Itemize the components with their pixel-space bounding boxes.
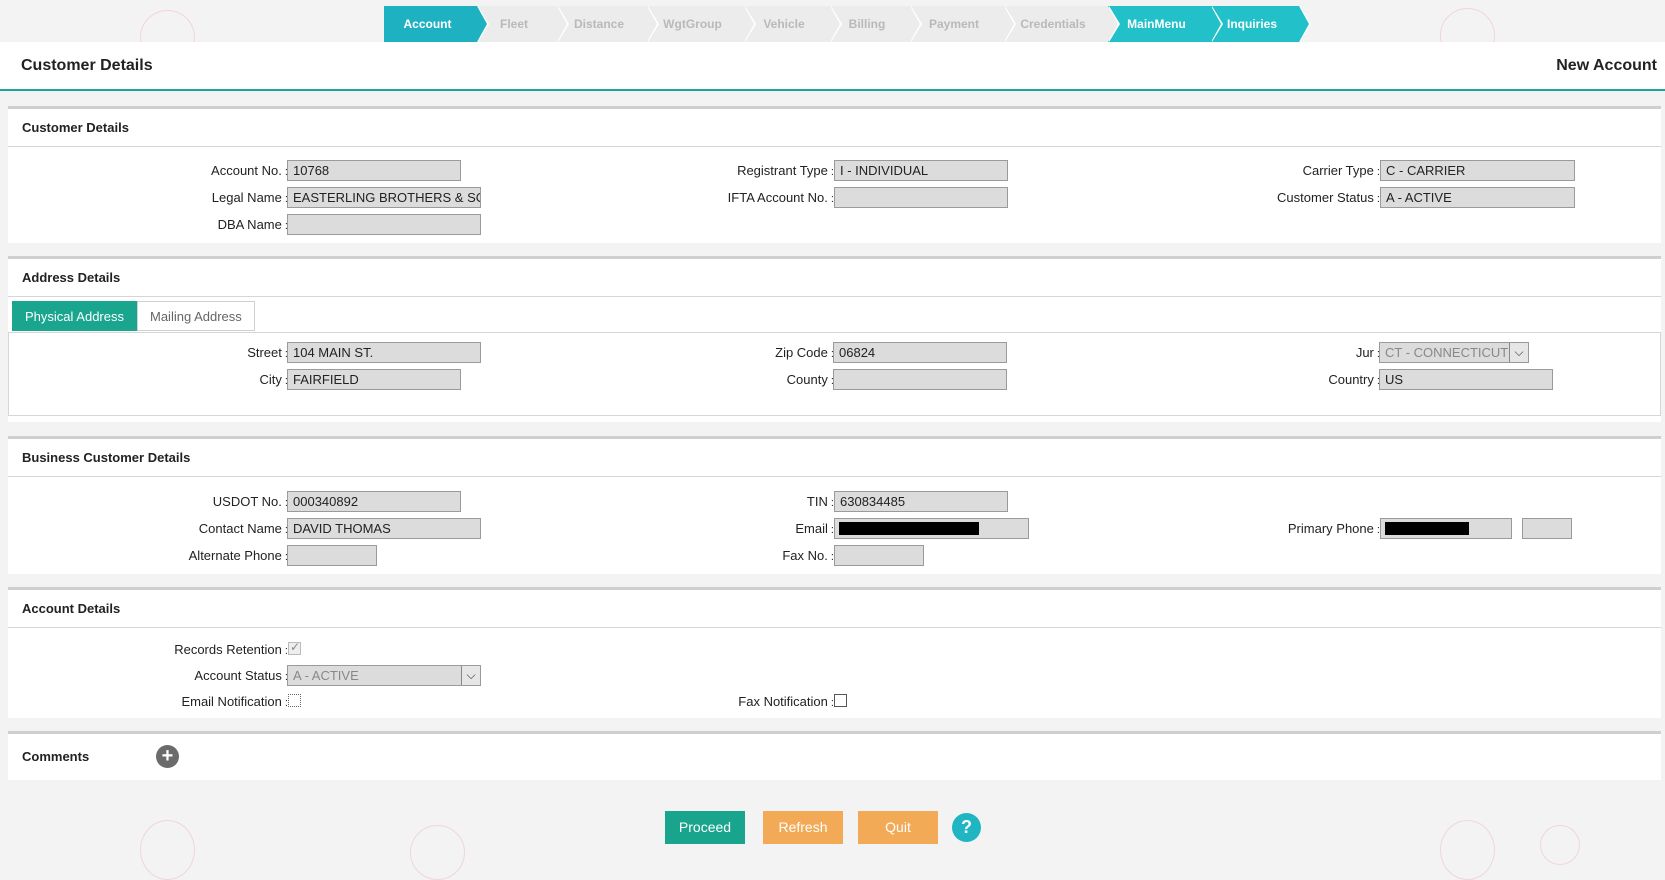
registrant-type-field[interactable]: I - INDIVIDUAL <box>834 160 1008 181</box>
fax-notification-label: Fax Notification <box>668 691 834 714</box>
wizard-step-mainmenu[interactable]: MainMenu <box>1108 6 1223 42</box>
wizard-step-account[interactable]: Account <box>384 6 489 42</box>
section-heading: Address Details <box>8 259 1661 297</box>
legal-name-field[interactable]: EASTERLING BROTHERS & SON <box>287 187 481 208</box>
fax-no-label: Fax No. <box>668 545 834 568</box>
ifta-account-field[interactable] <box>834 187 1008 208</box>
jur-label: Jur <box>1208 342 1380 365</box>
customer-status-field[interactable]: A - ACTIVE <box>1380 187 1575 208</box>
fax-notification-checkbox[interactable] <box>834 694 847 707</box>
section-heading: Account Details <box>8 590 1661 628</box>
alternate-phone-field[interactable] <box>287 545 377 566</box>
account-details-section: Account Details Records Retention ✓ Acco… <box>8 587 1661 718</box>
section-heading: Business Customer Details <box>8 439 1661 477</box>
proceed-button[interactable]: Proceed <box>665 811 745 844</box>
wizard-step-inquiries[interactable]: Inquiries <box>1211 6 1311 42</box>
email-label: Email <box>668 518 834 541</box>
dba-name-field[interactable] <box>287 214 481 235</box>
primary-phone-label: Primary Phone <box>1208 518 1380 541</box>
country-label: Country <box>1208 369 1380 392</box>
account-no-field[interactable]: 10768 <box>287 160 461 181</box>
records-retention-label: Records Retention <box>158 639 288 662</box>
county-label: County <box>668 369 834 392</box>
ifta-account-label: IFTA Account No. <box>668 187 834 210</box>
account-status-label: Account Status <box>158 665 288 688</box>
account-status-value: A - ACTIVE <box>293 668 359 683</box>
wizard-step-vehicle: Vehicle <box>744 6 842 42</box>
contact-name-field[interactable]: DAVID THOMAS <box>287 518 481 539</box>
wizard-step-wgtgroup: WgtGroup <box>647 6 756 42</box>
address-details-section: Address Details Physical Address Mailing… <box>8 256 1661 422</box>
quit-button[interactable]: Quit <box>858 811 938 844</box>
tin-label: TIN <box>668 491 834 514</box>
tab-mailing-address[interactable]: Mailing Address <box>137 301 255 331</box>
section-heading: Comments <box>22 749 90 764</box>
page-mode: New Account <box>1556 57 1657 74</box>
comments-section: Comments + <box>8 731 1661 780</box>
chevron-down-icon[interactable]: ⌵ <box>1509 343 1528 362</box>
wizard-step-distance: Distance <box>557 6 659 42</box>
wizard-step-credentials: Credentials <box>1004 6 1120 42</box>
carrier-type-field[interactable]: C - CARRIER <box>1380 160 1575 181</box>
fax-no-field[interactable] <box>834 545 924 566</box>
primary-phone-ext-field[interactable] <box>1522 518 1572 539</box>
add-comment-icon[interactable]: + <box>156 745 179 768</box>
account-status-select[interactable]: A - ACTIVE ⌵ <box>287 665 481 686</box>
wizard-steps: Account Fleet Distance WgtGroup Vehicle … <box>384 6 1311 42</box>
city-field[interactable]: FAIRFIELD <box>287 369 461 390</box>
wizard-step-billing: Billing <box>830 6 922 42</box>
county-field[interactable] <box>833 369 1007 390</box>
dba-name-label: DBA Name <box>158 214 288 237</box>
tab-physical-address[interactable]: Physical Address <box>12 301 137 331</box>
city-label: City <box>158 369 288 392</box>
customer-status-label: Customer Status <box>1208 187 1380 210</box>
street-label: Street <box>158 342 288 365</box>
check-icon: ✓ <box>290 640 301 654</box>
registrant-type-label: Registrant Type <box>668 160 834 183</box>
zip-code-label: Zip Code <box>668 342 834 365</box>
jur-select[interactable]: CT - CONNECTICUT ⌵ <box>1379 342 1529 363</box>
help-icon[interactable]: ? <box>952 813 981 842</box>
wizard-step-fleet: Fleet <box>477 6 569 42</box>
country-field[interactable]: US <box>1379 369 1553 390</box>
zip-code-field[interactable]: 06824 <box>833 342 1007 363</box>
jur-select-value: CT - CONNECTICUT <box>1385 345 1509 360</box>
street-field[interactable]: 104 MAIN ST. <box>287 342 481 363</box>
records-retention-checkbox[interactable]: ✓ <box>288 640 301 655</box>
contact-name-label: Contact Name <box>158 518 288 541</box>
email-notification-checkbox[interactable] <box>288 694 301 707</box>
wizard-step-payment: Payment <box>910 6 1016 42</box>
email-field[interactable] <box>834 518 1029 539</box>
chevron-down-icon[interactable]: ⌵ <box>461 666 480 685</box>
business-details-section: Business Customer Details USDOT No. 0003… <box>8 436 1661 574</box>
carrier-type-label: Carrier Type <box>1208 160 1380 183</box>
refresh-button[interactable]: Refresh <box>763 811 843 844</box>
alternate-phone-label: Alternate Phone <box>158 545 288 568</box>
section-heading: Customer Details <box>8 109 1661 147</box>
usdot-field[interactable]: 000340892 <box>287 491 461 512</box>
customer-details-section: Customer Details Account No. 10768 Legal… <box>8 106 1661 243</box>
redacted-value <box>839 522 979 535</box>
page-title: Customer Details <box>21 57 153 74</box>
primary-phone-field[interactable] <box>1380 518 1512 539</box>
legal-name-label: Legal Name <box>158 187 288 210</box>
redacted-value <box>1385 522 1469 535</box>
tin-field[interactable]: 630834485 <box>834 491 1008 512</box>
email-notification-label: Email Notification <box>158 691 288 714</box>
page-header: Customer Details New Account <box>0 42 1665 91</box>
address-tabs: Physical Address Mailing Address <box>12 301 255 331</box>
account-no-label: Account No. <box>158 160 288 183</box>
usdot-label: USDOT No. <box>158 491 288 514</box>
